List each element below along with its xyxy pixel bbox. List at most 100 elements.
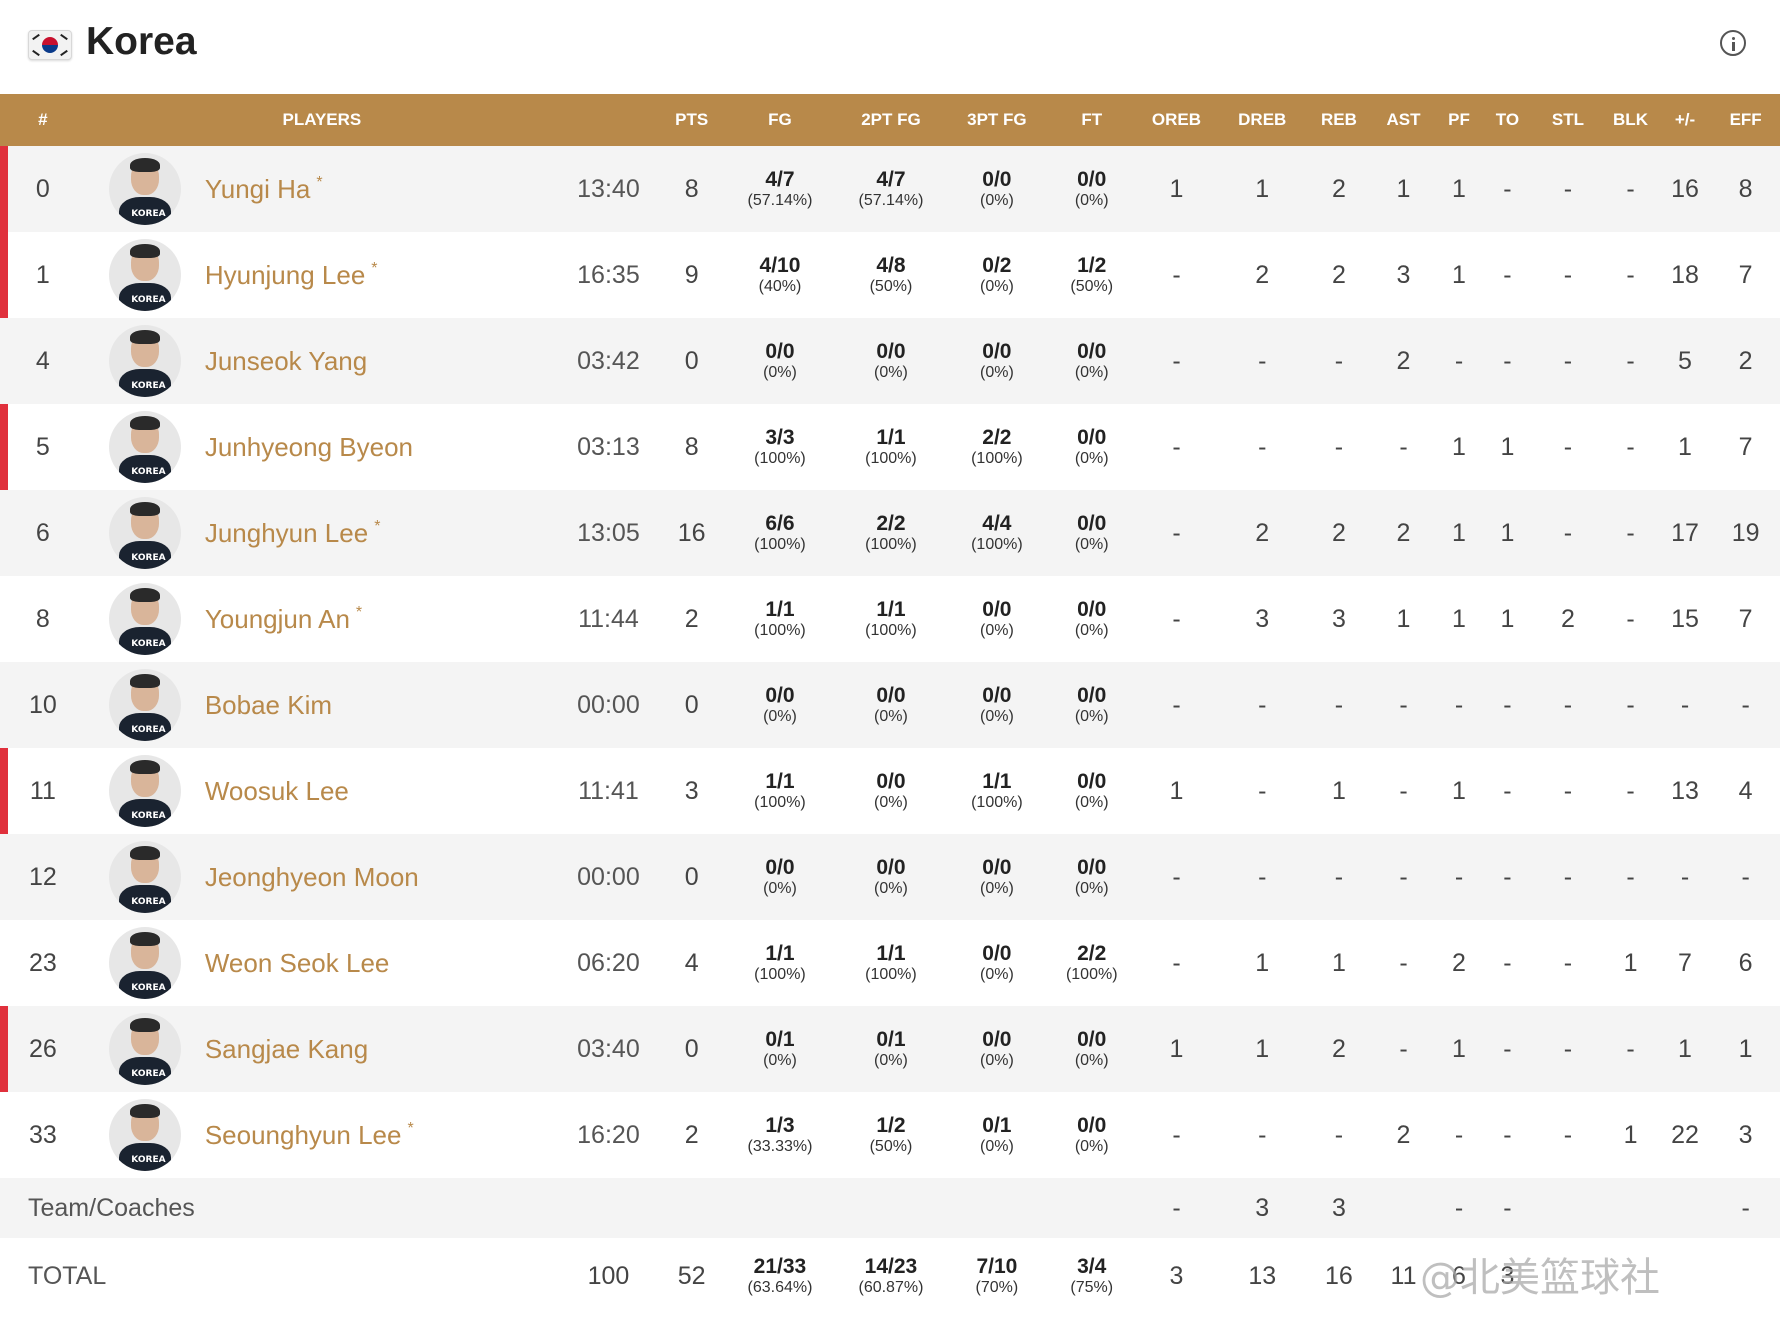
- stat-pm: 22: [1671, 1120, 1699, 1149]
- player-name-link[interactable]: Junhyeong Byeon: [205, 432, 413, 462]
- player-name-cell[interactable]: Junghyun Lee *: [205, 490, 558, 576]
- team-stat-oreb: -: [1172, 1193, 1181, 1222]
- col-eff[interactable]: EFF: [1711, 94, 1780, 146]
- col-plus-minus[interactable]: +/-: [1659, 94, 1711, 146]
- player-row[interactable]: 33 KOREA Seounghyun Lee * 16:20 2 1/3 (33.33%) 1…: [0, 1092, 1780, 1178]
- player-row[interactable]: 8 KOREA Youngjun An * 11:44 2 1/1 (100%) 1/1 (100…: [0, 576, 1780, 662]
- player-row[interactable]: 6 KOREA Junghyun Lee * 13:05 16 6/6 (100%) 2/2 (1…: [0, 490, 1780, 576]
- player-name-cell[interactable]: Hyunjung Lee *: [205, 232, 558, 318]
- player-name-cell[interactable]: Yungi Ha *: [205, 146, 558, 232]
- player-row[interactable]: 4 KOREA Junseok Yang 03:42 0 0/0 (0%) 0/0 (0%) 0/…: [0, 318, 1780, 404]
- col-pts[interactable]: PTS: [659, 94, 725, 146]
- minutes-played: 00:00: [577, 862, 640, 891]
- two-point-field-goals-percent: (50%): [869, 1138, 913, 1155]
- col-reb[interactable]: REB: [1308, 94, 1371, 146]
- col-number[interactable]: #: [0, 94, 86, 146]
- three-point-field-goals-percent: (0%): [979, 192, 1014, 209]
- player-row[interactable]: 26 KOREA Sangjae Kang 03:40 0 0/1 (0%) 0/1 (0%) 0…: [0, 1006, 1780, 1092]
- player-avatar: KOREA: [109, 755, 182, 827]
- player-name-cell[interactable]: Jeonghyeon Moon: [205, 834, 558, 920]
- player-name-link[interactable]: Seounghyun Lee: [205, 1120, 402, 1150]
- player-name-cell[interactable]: Sangjae Kang: [205, 1006, 558, 1092]
- player-name-link[interactable]: Junseok Yang: [205, 346, 367, 376]
- free-throws: 0/0 (0%): [1047, 1092, 1136, 1178]
- starter-asterisk: *: [371, 259, 378, 277]
- col-3pt-fg[interactable]: 3PT FG: [946, 94, 1047, 146]
- player-name-link[interactable]: Jeonghyeon Moon: [205, 862, 419, 892]
- stat-pf: 1: [1452, 260, 1466, 289]
- total-three-point-field-goals-percent: (70%): [975, 1279, 1019, 1296]
- player-name-link[interactable]: Weon Seok Lee: [205, 948, 390, 978]
- stat-pf: -: [1454, 1120, 1464, 1149]
- col-players[interactable]: PLAYERS: [86, 94, 558, 146]
- three-point-field-goals: 1/1 (100%): [946, 748, 1047, 834]
- col-pf[interactable]: PF: [1437, 94, 1481, 146]
- player-name-link[interactable]: Hyunjung Lee: [205, 260, 365, 290]
- player-name-link[interactable]: Bobae Kim: [205, 690, 332, 720]
- stat-blk: -: [1626, 174, 1635, 203]
- col-oreb[interactable]: OREB: [1136, 94, 1217, 146]
- col-stl[interactable]: STL: [1534, 94, 1603, 146]
- col-ft[interactable]: FT: [1047, 94, 1136, 146]
- player-row[interactable]: 0 KOREA Yungi Ha * 13:40 8 4/7 (57.14%) 4/7 (57.1…: [0, 146, 1780, 232]
- player-name-cell[interactable]: Junhyeong Byeon: [205, 404, 558, 490]
- player-name-cell[interactable]: Weon Seok Lee: [205, 920, 558, 1006]
- player-name-cell[interactable]: Junseok Yang: [205, 318, 558, 404]
- player-name-cell[interactable]: Youngjun An *: [205, 576, 558, 662]
- stat-blk: -: [1626, 690, 1635, 719]
- stat-eff: 19: [1731, 518, 1760, 547]
- col-to[interactable]: TO: [1481, 94, 1533, 146]
- total-minutes: 100: [587, 1261, 630, 1290]
- player-row[interactable]: 12 KOREA Jeonghyeon Moon 00:00 0 0/0 (0%) 0/0 (0…: [0, 834, 1780, 920]
- field-goals-made: 0/0: [765, 684, 795, 707]
- jersey-number: 12: [28, 862, 57, 891]
- two-point-field-goals: 0/1 (0%): [835, 1006, 946, 1092]
- stat-pm: 16: [1671, 174, 1699, 203]
- col-blk[interactable]: BLK: [1602, 94, 1659, 146]
- total-two-point-field-goals-percent: (60.87%): [858, 1279, 924, 1296]
- player-name-link[interactable]: Youngjun An: [205, 604, 350, 634]
- player-avatar: KOREA: [109, 153, 182, 225]
- free-throws: 0/0 (0%): [1047, 404, 1136, 490]
- field-goals: 1/3 (33.33%): [724, 1092, 835, 1178]
- player-name-link[interactable]: Junghyun Lee: [205, 518, 368, 548]
- col-dreb[interactable]: DREB: [1217, 94, 1308, 146]
- player-row[interactable]: 23 KOREA Weon Seok Lee 06:20 4 1/1 (100%) 1/1 (1…: [0, 920, 1780, 1006]
- player-row[interactable]: 5 KOREA Junhyeong Byeon 03:13 8 3/3 (100%) 1/1(…: [0, 404, 1780, 490]
- col-ast[interactable]: AST: [1370, 94, 1437, 146]
- player-row[interactable]: 1 KOREA Hyunjung Lee * 16:35 9 4/10 (40%) 4/8 (50…: [0, 232, 1780, 318]
- player-name-cell[interactable]: Seounghyun Lee *: [205, 1092, 558, 1178]
- player-name-link[interactable]: Yungi Ha: [205, 174, 311, 204]
- player-name-cell[interactable]: Bobae Kim: [205, 662, 558, 748]
- total-empty-cell: [1711, 1238, 1780, 1314]
- stat-pf: -: [1454, 862, 1464, 891]
- player-name-link[interactable]: Woosuk Lee: [205, 776, 349, 806]
- player-row[interactable]: 11 KOREA Woosuk Lee 11:41 3 1/1 (100%) 0/0 (0%) 1…: [0, 748, 1780, 834]
- points: 9: [684, 260, 699, 289]
- stat-blk: -: [1626, 776, 1635, 805]
- stat-eff: 7: [1738, 260, 1753, 289]
- field-goals-percent: (100%): [754, 536, 806, 553]
- stat-dreb: -: [1258, 776, 1267, 805]
- stat-dreb: -: [1258, 862, 1267, 891]
- stat-pf: 1: [1452, 432, 1466, 461]
- three-point-field-goals-made: 0/0: [982, 1028, 1012, 1051]
- stat-dreb: -: [1258, 432, 1267, 461]
- col-2pt-fg[interactable]: 2PT FG: [835, 94, 946, 146]
- player-row[interactable]: 10 KOREA Bobae Kim 00:00 0 0/0 (0%) 0/0 (0%) 0/0(…: [0, 662, 1780, 748]
- stat-pm: 18: [1671, 260, 1699, 289]
- field-goals-percent: (57.14%): [747, 192, 813, 209]
- stat-eff: 6: [1738, 948, 1753, 977]
- free-throws-percent: (0%): [1074, 536, 1109, 553]
- player-name-cell[interactable]: Woosuk Lee: [205, 748, 558, 834]
- free-throws-made: 0/0: [1077, 1114, 1107, 1137]
- free-throws-percent: (0%): [1074, 622, 1109, 639]
- info-icon[interactable]: [1720, 30, 1746, 56]
- player-name-link[interactable]: Sangjae Kang: [205, 1034, 368, 1064]
- stat-dreb: 3: [1255, 604, 1270, 633]
- field-goals-percent: (100%): [754, 450, 806, 467]
- three-point-field-goals-percent: (0%): [979, 966, 1014, 983]
- three-point-field-goals-made: 2/2: [982, 426, 1012, 449]
- col-fg[interactable]: FG: [724, 94, 835, 146]
- minutes-played: 16:20: [577, 1120, 640, 1149]
